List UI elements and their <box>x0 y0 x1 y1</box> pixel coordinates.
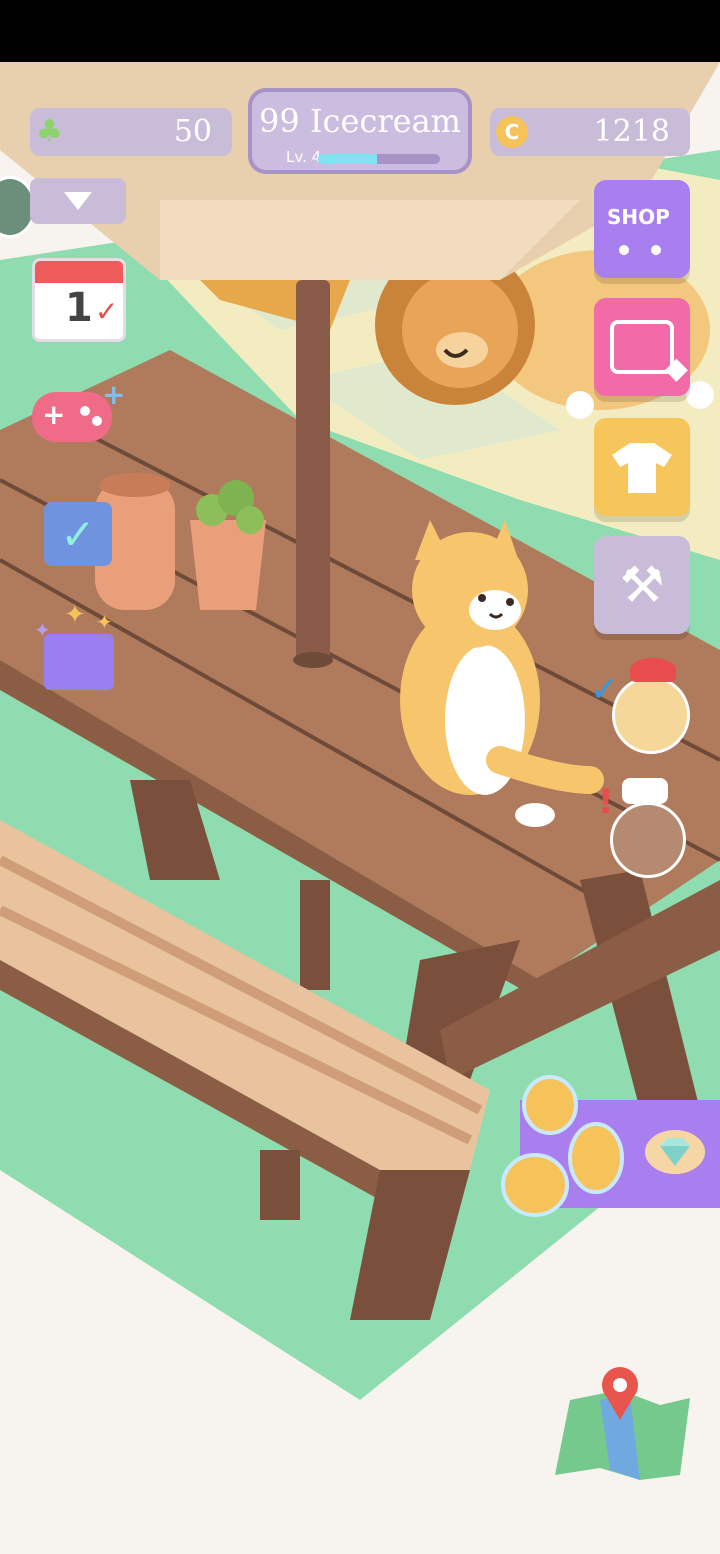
wardrobe-button[interactable] <box>594 418 690 516</box>
minigame-button[interactable]: + + <box>32 378 125 444</box>
status-bar <box>0 0 720 62</box>
calendar-button[interactable]: 1 ✓ <box>32 250 126 342</box>
cat-chef-notification[interactable]: ! <box>598 776 688 886</box>
map-button[interactable] <box>550 1362 690 1486</box>
exclamation-icon: ! <box>598 782 614 822</box>
tools-icon: ⚒ <box>619 556 665 614</box>
tasks-button[interactable]: ✓ <box>44 496 112 566</box>
level-progress-fill <box>318 154 377 164</box>
coin-count: 1218 <box>593 114 670 149</box>
level-label: Lv. 4 <box>286 148 322 166</box>
calendar-icon: 1 ✓ <box>32 258 126 342</box>
checklist-icon: ✓ <box>44 502 112 566</box>
shop-button[interactable]: SHOP <box>594 180 690 278</box>
dropdown-arrow-icon <box>64 192 92 210</box>
shop-cart-icon: SHOP <box>607 199 677 259</box>
clover-counter: ♣ 50 <box>30 108 232 156</box>
coin-icon: C <box>496 116 528 148</box>
pet-name: 99 Icecream <box>259 102 461 140</box>
clover-icon: ♣ <box>36 114 63 149</box>
mystery-box-button[interactable]: ✦ ✦ ✦ <box>34 600 124 694</box>
chest-gem-icon: ◆ <box>610 320 688 386</box>
dog-visitor-notification[interactable]: ✓ <box>590 652 694 766</box>
dog-avatar <box>612 676 690 754</box>
calendar-day: 1 <box>65 285 93 331</box>
level-progress-bar <box>318 154 440 164</box>
pet-name-plate[interactable]: 99 Icecream Lv. 4 <box>248 88 472 174</box>
tools-button[interactable]: ⚒ <box>594 536 690 634</box>
shop-label: SHOP <box>607 205 670 229</box>
coin-counter: C 1218 <box>490 108 690 156</box>
check-icon: ✓ <box>95 295 119 328</box>
cat-chef-avatar <box>610 802 686 878</box>
dropdown-button[interactable] <box>30 178 126 224</box>
coin-offer-button[interactable] <box>500 1076 720 1222</box>
tshirt-icon <box>612 443 672 493</box>
gift-chest-button[interactable]: ◆ <box>594 298 690 396</box>
gamepad-plus-icon: + <box>32 392 112 442</box>
clover-count: 50 <box>173 114 212 149</box>
mystery-box-icon <box>44 634 114 690</box>
